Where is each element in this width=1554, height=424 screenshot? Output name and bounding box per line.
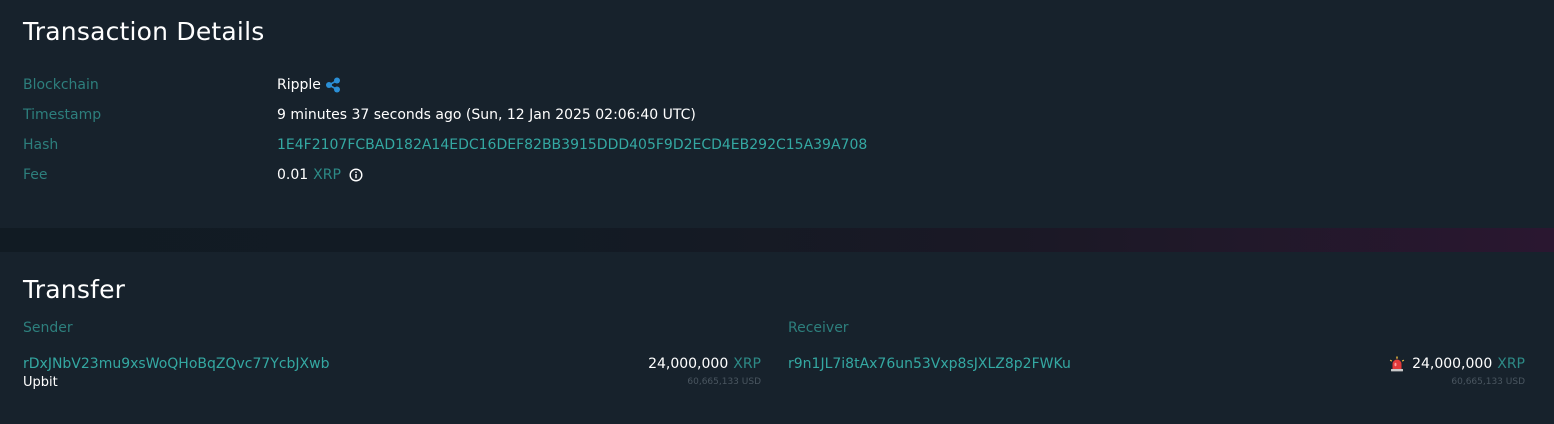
fee-unit: XRP	[313, 167, 341, 183]
sender-amount-unit: XRP	[733, 356, 761, 372]
fee-amount: 0.01	[277, 167, 309, 183]
receiver-address-link[interactable]: r9n1JL7i8tAx76un53Vxp8sJXLZ8p2FWKu	[788, 354, 1071, 374]
transaction-details-title: Transaction Details	[23, 17, 265, 46]
fee-label: Fee	[23, 167, 48, 183]
fee-value: 0.01 XRP	[277, 164, 363, 186]
timestamp-label: Timestamp	[23, 107, 102, 123]
sender-usd-value: 60,665,133 USD	[687, 377, 761, 387]
section-divider	[0, 228, 1554, 252]
blockchain-label: Blockchain	[23, 77, 99, 93]
sender-entity[interactable]: Upbit	[23, 374, 58, 392]
timestamp-value: 9 minutes 37 seconds ago (Sun, 12 Jan 20…	[277, 107, 696, 123]
ripple-icon	[325, 77, 340, 93]
hash-label: Hash	[23, 137, 59, 153]
receiver-amount: 24,000,000 XRP	[1389, 354, 1525, 374]
sender-address-link[interactable]: rDxJNbV23mu9xsWoQHoBqZQvc77YcbJXwb	[23, 354, 330, 374]
sender-amount-value: 24,000,000	[648, 356, 729, 372]
alarm-icon	[1389, 356, 1405, 372]
hash-link[interactable]: 1E4F2107FCBAD182A14EDC16DEF82BB3915DDD40…	[277, 134, 867, 156]
transfer-panel	[0, 252, 1554, 424]
sender-label: Sender	[23, 320, 73, 336]
receiver-amount-value: 24,000,000	[1412, 356, 1493, 372]
receiver-label: Receiver	[788, 320, 849, 336]
blockchain-value[interactable]: Ripple	[277, 74, 341, 96]
sender-amount: 24,000,000 XRP	[648, 354, 761, 374]
blockchain-row: Blockchain Ripple	[23, 74, 1523, 96]
info-icon[interactable]	[349, 168, 363, 182]
timestamp-row: Timestamp 9 minutes 37 seconds ago (Sun,…	[23, 104, 1523, 126]
receiver-usd-value: 60,665,133 USD	[1451, 377, 1525, 387]
blockchain-name[interactable]: Ripple	[277, 74, 321, 96]
fee-row: Fee 0.01 XRP	[23, 164, 1523, 186]
receiver-amount-unit: XRP	[1497, 356, 1525, 372]
transfer-title: Transfer	[23, 275, 126, 304]
hash-row: Hash 1E4F2107FCBAD182A14EDC16DEF82BB3915…	[23, 134, 1523, 156]
